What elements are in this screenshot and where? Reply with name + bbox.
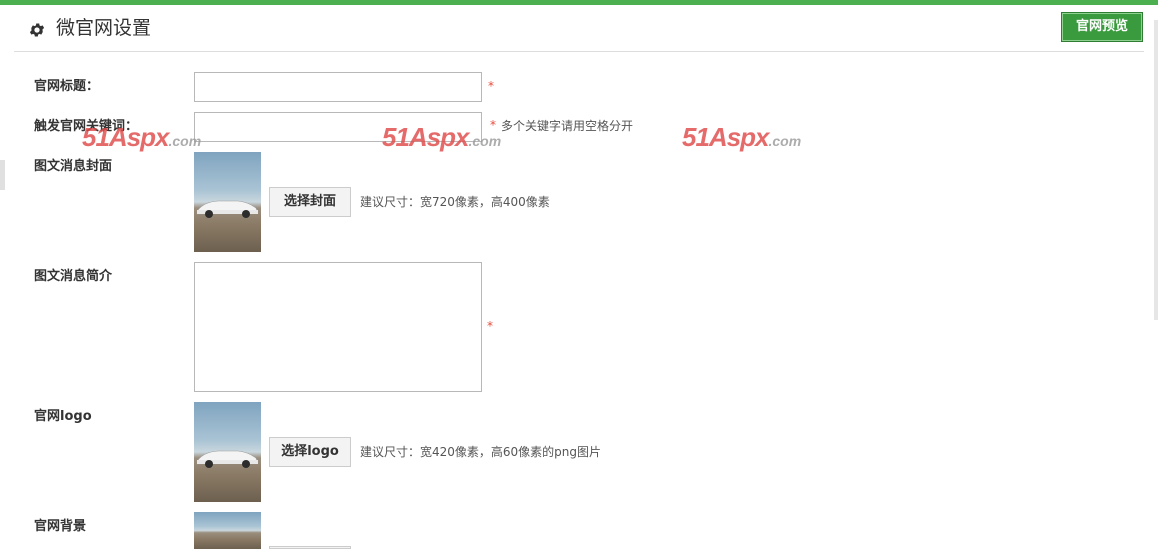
page-title: 微官网设置 [56, 17, 152, 39]
watermark-brand: 51Aspx [82, 122, 169, 152]
watermark-domain: .com [768, 133, 802, 149]
choose-logo-button[interactable]: 选择logo [269, 437, 351, 467]
trigger-keywords-hint: 多个关键字请用空格分开 [501, 119, 634, 133]
cover-thumbnail [194, 152, 261, 252]
summary-label: 图文消息简介 [34, 269, 113, 284]
left-edge-marker [0, 160, 5, 190]
background-thumbnail [194, 512, 261, 549]
gear-icon [29, 23, 45, 37]
watermark: 51Aspx.com [682, 122, 801, 153]
background-label: 官网背景 [34, 519, 87, 534]
watermark: 51Aspx.com [82, 122, 201, 153]
watermark-domain: .com [168, 133, 202, 149]
car-image [196, 450, 259, 468]
site-title-input[interactable] [194, 72, 482, 102]
watermark: 51Aspx.com [382, 122, 501, 153]
site-preview-button[interactable]: 官网预览 [1061, 12, 1143, 42]
site-title-required-mark: * [488, 79, 494, 93]
watermark-domain: .com [468, 133, 502, 149]
watermark-brand: 51Aspx [682, 122, 769, 152]
choose-cover-button[interactable]: 选择封面 [269, 187, 351, 217]
logo-thumbnail [194, 402, 261, 502]
car-image [196, 200, 259, 218]
summary-required-mark: * [487, 319, 493, 333]
logo-size-hint: 建议尺寸：宽420像素，高60像素的png图片 [360, 445, 602, 459]
cover-label: 图文消息封面 [34, 159, 113, 174]
site-title-label: 官网标题： [34, 79, 100, 94]
summary-textarea[interactable] [194, 262, 482, 392]
logo-label: 官网logo [34, 409, 92, 424]
cover-size-hint: 建议尺寸：宽720像素，高400像素 [360, 195, 550, 209]
page-header: 微官网设置 官网预览 [14, 5, 1144, 52]
scrollbar[interactable] [1154, 20, 1158, 320]
watermark-brand: 51Aspx [382, 122, 469, 152]
